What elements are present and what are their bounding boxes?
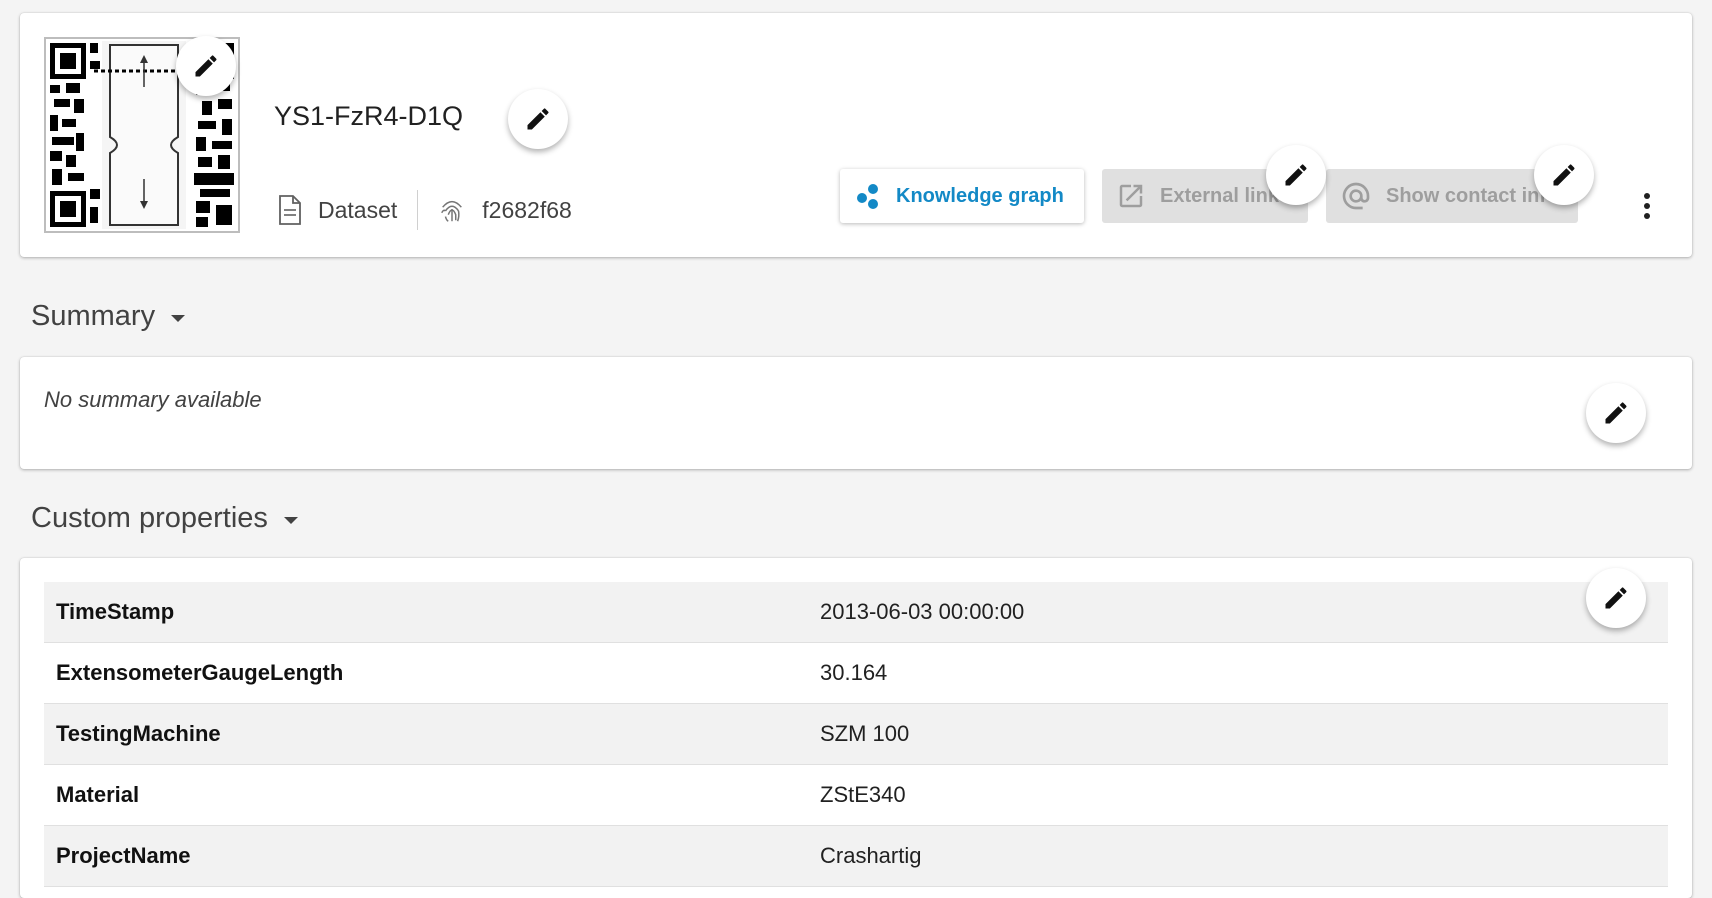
dataset-title: YS1-FzR4-D1Q	[274, 101, 464, 131]
at-sign-icon	[1342, 182, 1370, 210]
meta-divider	[417, 190, 419, 230]
knowledge-graph-button[interactable]: Knowledge graph	[840, 169, 1084, 223]
more-vert-icon	[1644, 193, 1650, 199]
custom-properties-card: TimeStamp 2013-06-03 00:00:00 Extensomet…	[20, 558, 1692, 898]
property-value: 2013-06-03 00:00:00	[808, 582, 1668, 643]
property-key: TimeStamp	[44, 582, 808, 643]
property-value: Crashartig	[808, 825, 1668, 887]
edit-custom-properties-button[interactable]	[1586, 568, 1646, 628]
pencil-icon	[1285, 164, 1307, 186]
dataset-id-label[interactable]: f2682f68	[482, 197, 572, 224]
table-row: ProjectName Crashartig	[44, 825, 1668, 887]
knowledge-graph-label: Knowledge graph	[896, 184, 1064, 207]
knowledge-graph-icon	[857, 184, 878, 209]
table-row: Material ZStE340	[44, 764, 1668, 826]
property-value: 30.164	[808, 642, 1668, 704]
edit-summary-button[interactable]	[1586, 383, 1646, 443]
pencil-icon	[1553, 164, 1575, 186]
table-row: TestingMachine SZM 100	[44, 703, 1668, 765]
external-link-icon	[1119, 184, 1143, 208]
property-value: ZStE340	[808, 764, 1668, 826]
dataset-header-card: YS1-FzR4-D1Q Dataset f2682f68 Knowledge …	[20, 13, 1692, 257]
property-value: SZM 100	[808, 703, 1668, 765]
summary-toggle[interactable]: Summary	[31, 300, 186, 333]
dataset-type-label: Dataset	[318, 196, 398, 223]
edit-external-links-button[interactable]	[1266, 145, 1326, 205]
fingerprint-icon	[438, 195, 466, 225]
more-options-button[interactable]	[1640, 193, 1654, 223]
custom-properties-table: TimeStamp 2013-06-03 00:00:00 Extensomet…	[44, 582, 1668, 887]
show-contact-info-label: Show contact info	[1386, 184, 1559, 207]
pencil-icon	[527, 108, 549, 130]
summary-text: No summary available	[44, 387, 262, 412]
property-key: ProjectName	[44, 825, 808, 887]
edit-thumbnail-button[interactable]	[176, 36, 236, 96]
property-key: TestingMachine	[44, 703, 808, 765]
edit-contact-info-button[interactable]	[1534, 145, 1594, 205]
document-icon	[278, 195, 306, 225]
custom-properties-toggle[interactable]: Custom properties	[31, 502, 298, 535]
property-key: ExtensometerGaugeLength	[44, 642, 808, 704]
property-key: Material	[44, 764, 808, 826]
summary-heading: Summary	[31, 300, 156, 332]
edit-title-button[interactable]	[508, 89, 568, 149]
pencil-icon	[195, 55, 217, 77]
caret-down-icon	[171, 315, 186, 322]
caret-down-icon	[283, 517, 298, 524]
pencil-icon	[1605, 587, 1627, 609]
table-row: TimeStamp 2013-06-03 00:00:00	[44, 582, 1668, 643]
dataset-meta: Dataset f2682f68	[278, 190, 572, 230]
custom-properties-heading: Custom properties	[31, 502, 268, 534]
pencil-icon	[1605, 402, 1627, 424]
summary-card: No summary available	[20, 357, 1692, 469]
table-row: ExtensometerGaugeLength 30.164	[44, 642, 1668, 704]
